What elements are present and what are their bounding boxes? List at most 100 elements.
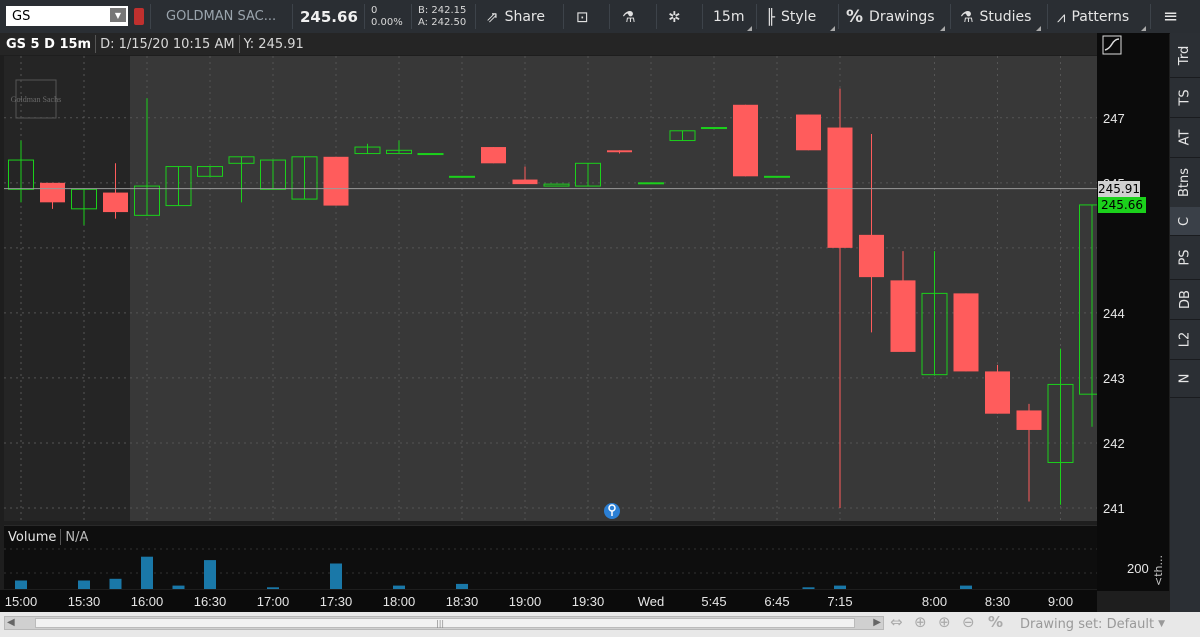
candle-body: [733, 104, 758, 177]
separator: [411, 4, 412, 29]
sidebar-tab-n[interactable]: N: [1170, 359, 1200, 398]
alert-button[interactable]: ⊡: [576, 0, 602, 33]
sidebar-tab-btns[interactable]: Btns: [1170, 157, 1200, 208]
scroll-right-icon[interactable]: ▶: [873, 617, 881, 628]
symbol-input[interactable]: GS ▼: [6, 6, 128, 26]
plot-background: [4, 56, 1097, 521]
sidebar-tab-label: L2: [1177, 331, 1193, 347]
volume-label: Volume: [8, 529, 57, 545]
sidebar-collapse-tab[interactable]: <th...: [1150, 552, 1166, 588]
gear-icon: ✲: [668, 7, 681, 26]
sidebar-tab-ps[interactable]: PS: [1170, 235, 1200, 280]
header-y: Y: 245.91: [243, 36, 304, 52]
time-tick-label: 18:30: [446, 594, 479, 609]
price-tick-label: 243: [1103, 371, 1125, 386]
menu-button[interactable]: ≡: [1163, 0, 1191, 33]
share-button[interactable]: ⇗ Share: [486, 0, 545, 33]
studies-button[interactable]: ⚗ Studies: [960, 0, 1042, 33]
last-price: 245.66: [300, 7, 358, 26]
sidebar-tab-label: AT: [1177, 129, 1193, 145]
time-tick-label: 19:00: [509, 594, 542, 609]
candle-body: [481, 147, 506, 164]
patterns-label: Patterns: [1071, 8, 1130, 25]
volume-bar: [330, 563, 342, 589]
last-price-label: 245.66: [1098, 196, 1146, 213]
crosshair-icon[interactable]: ⊕: [914, 613, 927, 631]
separator: [150, 4, 151, 29]
volume-bar: [15, 580, 27, 589]
sidebar-tab-db[interactable]: DB: [1170, 279, 1200, 320]
patterns-button[interactable]: ⩘ Patterns: [1057, 0, 1147, 33]
drawing-set-selector[interactable]: Drawing set: Default ▼: [1020, 614, 1165, 634]
separator: [1150, 4, 1151, 29]
candle-body: [796, 114, 821, 151]
flask-button[interactable]: ⚗: [622, 0, 646, 33]
time-tick-label: 8:00: [922, 594, 947, 609]
zoom-out-icon[interactable]: ⊖: [962, 613, 975, 631]
scroll-thumb[interactable]: |||: [35, 618, 855, 628]
style-button[interactable]: ╟ Style: [766, 0, 836, 33]
sidebar-tab-trd[interactable]: Trd: [1170, 33, 1200, 78]
volume-bar: [456, 583, 468, 589]
candle: [417, 153, 444, 156]
scroll-left-icon[interactable]: ◀: [7, 617, 15, 628]
percent-scale-icon[interactable]: %: [988, 613, 1003, 631]
change-value: 0: [371, 4, 378, 16]
sidebar-tab-ts[interactable]: TS: [1170, 77, 1200, 118]
patterns-icon: ⩘: [1057, 7, 1066, 26]
sidebar-tab-at[interactable]: AT: [1170, 117, 1200, 158]
separator: [364, 4, 365, 29]
separator: [475, 4, 476, 29]
drawings-button[interactable]: % Drawings: [846, 0, 946, 33]
sidebar-tab-label: DB: [1177, 289, 1193, 309]
info-bubble-icon[interactable]: [604, 503, 620, 519]
volume-background: [4, 525, 1097, 589]
style-label: Style: [781, 8, 817, 25]
time-tick-label: 17:00: [257, 594, 290, 609]
candle-body: [890, 280, 916, 352]
volume-chart[interactable]: [4, 525, 1097, 589]
candle: [764, 175, 790, 178]
zoom-in-icon[interactable]: ⊕: [938, 613, 951, 631]
timeframe-button[interactable]: 15m: [713, 0, 753, 33]
time-tick-label: 9:00: [1048, 594, 1073, 609]
dropdown-corner-icon: [1036, 26, 1041, 31]
time-axis[interactable]: 15:00 15:30 16:00 16:30 17:00 17:30 18:00 18:30…: [0, 590, 1097, 612]
time-tick-label: 15:30: [68, 594, 101, 609]
studies-flask-icon: ⚗: [960, 7, 974, 26]
change-percent: 0.00%: [371, 16, 403, 28]
drawing-set-label: Drawing set: Default: [1020, 616, 1155, 632]
separator: [609, 4, 610, 29]
time-tick-label: 18:00: [383, 594, 416, 609]
candle-body: [103, 192, 128, 213]
sidebar-tab-label: C: [1177, 216, 1193, 226]
studies-label: Studies: [979, 8, 1032, 25]
flag-icon[interactable]: [134, 8, 144, 25]
pan-icon[interactable]: ⇔: [890, 613, 903, 631]
sidebar-tab-l2[interactable]: L2: [1170, 319, 1200, 360]
sidebar-tab-label: N: [1177, 373, 1193, 383]
time-tick-label: 16:30: [194, 594, 227, 609]
price-axis-labels: 241242243244245247: [1103, 111, 1125, 516]
ask: A: 242.50: [418, 16, 467, 28]
candle-body: [417, 153, 444, 156]
price-axis[interactable]: 241242243244245247 200 245.91 245.66: [1097, 33, 1169, 591]
candle: [638, 182, 664, 185]
settings-button[interactable]: ✲: [668, 0, 692, 33]
candle-body: [1016, 410, 1042, 430]
time-tick-label: 17:30: [320, 594, 353, 609]
price-chart[interactable]: Goldman Sachs: [4, 56, 1097, 521]
candle: [449, 175, 475, 178]
volume-bar: [834, 585, 846, 589]
net-change: 0 0.00%: [371, 0, 403, 33]
flask-icon: ⚗: [622, 7, 636, 26]
autoscale-icon[interactable]: [1102, 35, 1122, 55]
volume-axis-label: 200: [1127, 561, 1149, 576]
share-icon: ⇗: [486, 7, 499, 26]
separator: [238, 35, 240, 53]
candle-body: [512, 179, 538, 185]
symbol-dropdown-icon[interactable]: ▼: [110, 8, 126, 22]
candle-body: [764, 175, 790, 178]
time-scrollbar[interactable]: ◀ ||| ▶: [4, 616, 884, 630]
sidebar-tab-c[interactable]: C: [1170, 207, 1200, 236]
